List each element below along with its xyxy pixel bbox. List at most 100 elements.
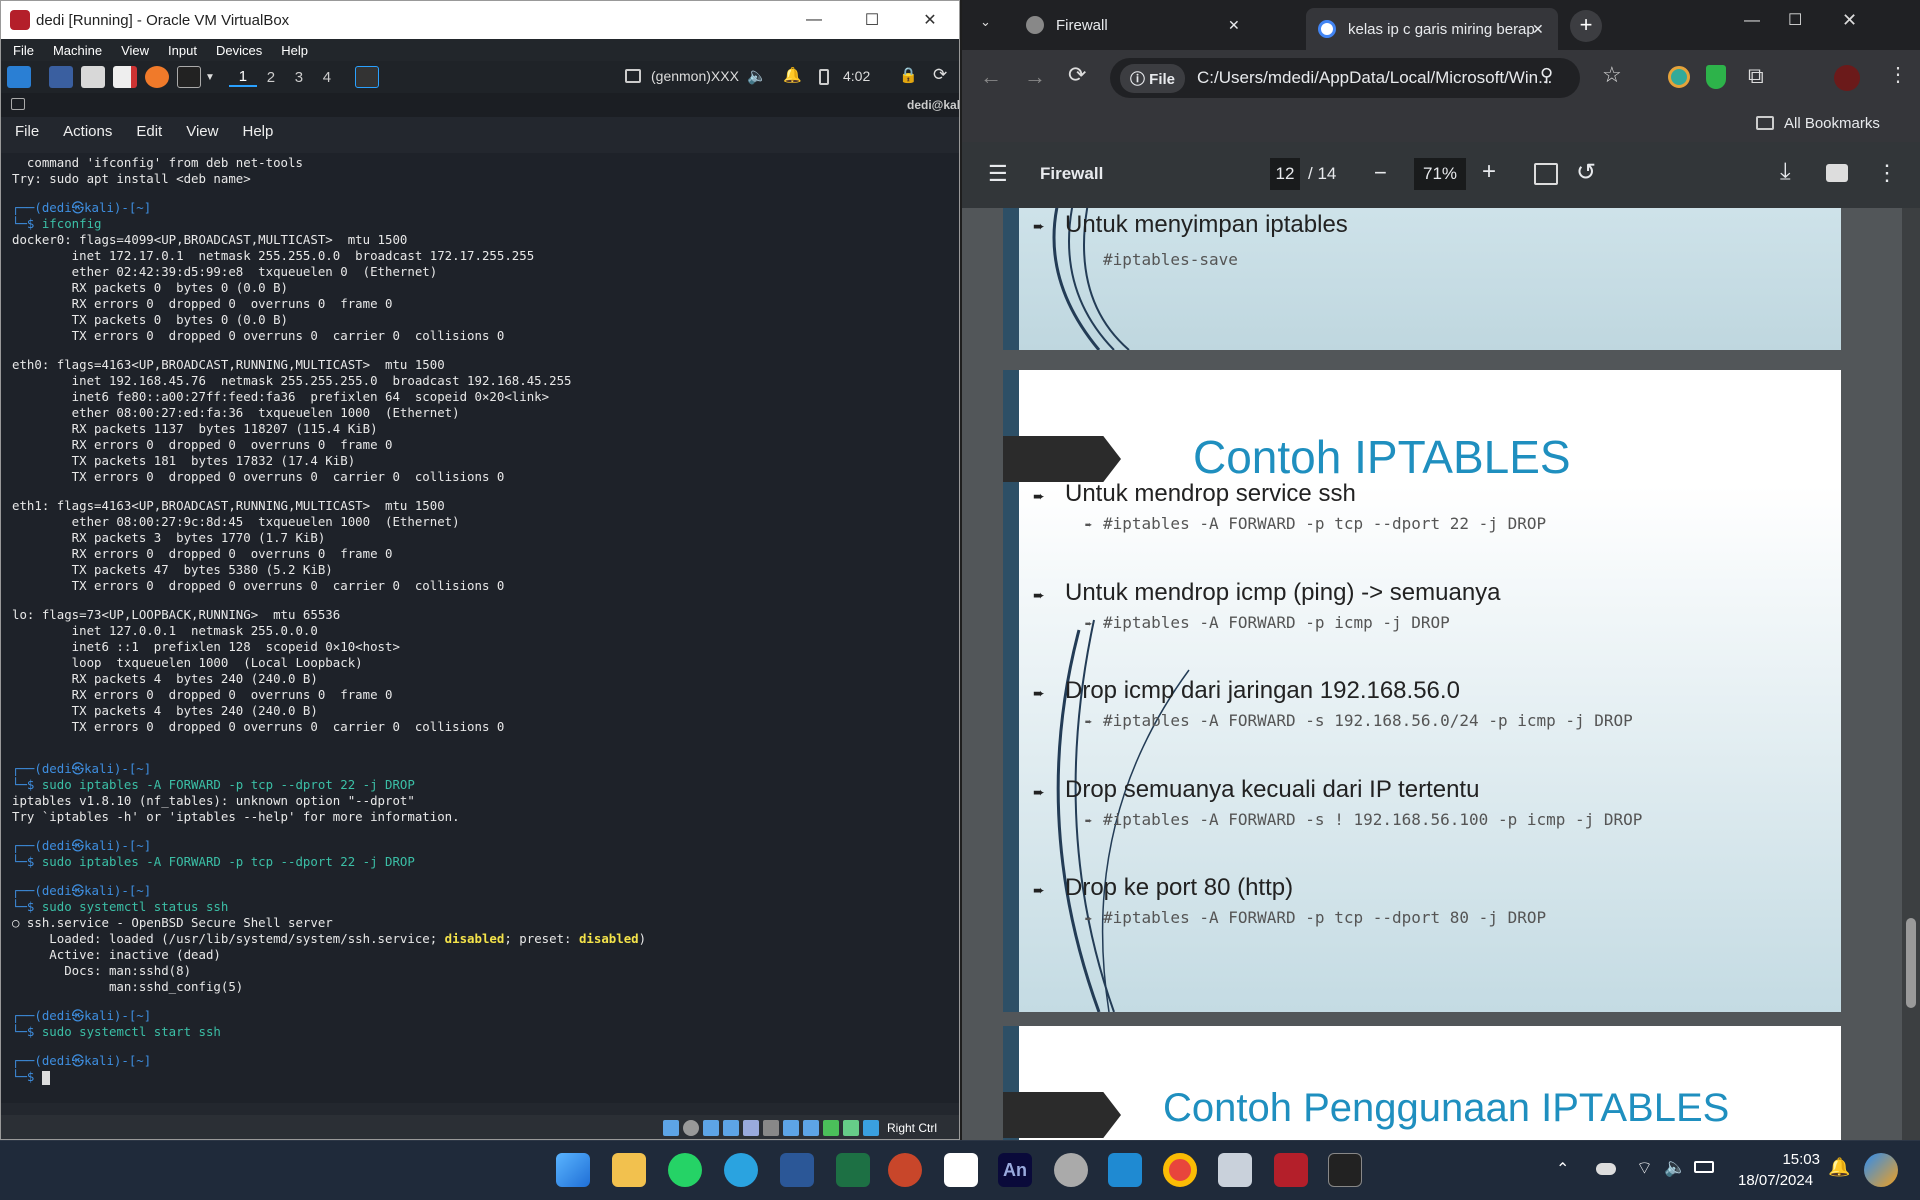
volume-icon[interactable]: 🔈: [747, 66, 767, 86]
menu-help[interactable]: Help: [281, 43, 308, 58]
desktop-icon[interactable]: [49, 66, 73, 88]
scrollbar-thumb[interactable]: [1906, 918, 1916, 1008]
shared-folders-icon[interactable]: [762, 1120, 779, 1136]
menu-devices[interactable]: Devices: [216, 43, 262, 58]
lock-icon[interactable]: 🔒: [899, 66, 918, 84]
animate-icon[interactable]: An: [998, 1153, 1032, 1187]
taskbar-date[interactable]: 18/07/2024: [1738, 1172, 1813, 1189]
zoom-in-button[interactable]: +: [1482, 158, 1496, 186]
terminal-menu-file[interactable]: File: [15, 123, 39, 140]
vbox-titlebar[interactable]: dedi [Running] - Oracle VM VirtualBox — …: [1, 1, 959, 39]
capcut-icon[interactable]: [944, 1153, 978, 1187]
audio-icon[interactable]: [702, 1120, 719, 1136]
terminal-taskbar-icon[interactable]: [1328, 1153, 1362, 1187]
workspace-4[interactable]: 4: [313, 69, 341, 86]
close-icon[interactable]: ✕: [1228, 17, 1240, 34]
optical-drive-icon[interactable]: [682, 1120, 699, 1136]
terminal-menu-help[interactable]: Help: [242, 123, 273, 140]
keyboard-capture-icon[interactable]: [862, 1120, 879, 1136]
minimize-button[interactable]: —: [1744, 12, 1760, 30]
tab-google-search[interactable]: kelas ip c garis miring berapa - ✕: [1306, 8, 1558, 50]
database-icon[interactable]: [1054, 1153, 1088, 1187]
vscode-icon[interactable]: [1108, 1153, 1142, 1187]
terminal-menu-actions[interactable]: Actions: [63, 123, 112, 140]
tab-search-icon[interactable]: ⌄: [980, 14, 991, 30]
taskbar-time[interactable]: 15:03: [1750, 1151, 1820, 1168]
menu-machine[interactable]: Machine: [53, 43, 102, 58]
mouse-integration-icon[interactable]: [842, 1120, 859, 1136]
workspace-3[interactable]: 3: [285, 69, 313, 86]
pdf-viewport[interactable]: ➨ Untuk menyimpan iptables #iptables-sav…: [962, 208, 1920, 1140]
terminal-menu-view[interactable]: View: [186, 123, 218, 140]
workspace-2[interactable]: 2: [257, 69, 285, 86]
shield-icon[interactable]: [1706, 65, 1726, 89]
fit-page-icon[interactable]: [1534, 163, 1558, 185]
workspace-1[interactable]: 1: [228, 68, 257, 87]
extension-icon[interactable]: [1668, 66, 1690, 88]
word-icon[interactable]: [780, 1153, 814, 1187]
kali-menu-icon[interactable]: [7, 66, 31, 88]
download-icon[interactable]: ⤓: [1780, 158, 1791, 186]
virtualbox-taskbar-icon[interactable]: [1218, 1153, 1252, 1187]
chevron-down-icon[interactable]: ▼: [205, 72, 215, 83]
whatsapp-icon[interactable]: [668, 1153, 702, 1187]
close-icon[interactable]: ✕: [1532, 21, 1544, 38]
hard-disk-icon[interactable]: [662, 1120, 679, 1136]
puzzle-icon[interactable]: ⧉: [1748, 63, 1764, 89]
powerpoint-icon[interactable]: [888, 1153, 922, 1187]
cpu-icon[interactable]: [822, 1120, 839, 1136]
zoom-out-button[interactable]: −: [1374, 160, 1387, 186]
chrome-icon[interactable]: [1163, 1153, 1197, 1187]
close-button[interactable]: ✕: [901, 1, 959, 39]
rotate-icon[interactable]: ↺: [1576, 158, 1596, 187]
wifi-icon[interactable]: ⌔: [1636, 1157, 1653, 1180]
menu-view[interactable]: View: [121, 43, 149, 58]
file-manager-icon[interactable]: [81, 66, 105, 88]
speaker-icon[interactable]: 🔈: [1664, 1157, 1686, 1178]
terminal-titlebar[interactable]: dedi@kal: [1, 93, 959, 117]
maximize-button[interactable]: ☐: [843, 1, 901, 39]
usb-icon[interactable]: [742, 1120, 759, 1136]
display-icon[interactable]: [782, 1120, 799, 1136]
back-icon[interactable]: ←: [980, 64, 1002, 90]
zoom-icon[interactable]: ⚲: [1540, 65, 1553, 86]
taskbar-terminal-button[interactable]: [354, 66, 379, 88]
battery-icon[interactable]: [819, 69, 829, 85]
recording-icon[interactable]: [802, 1120, 819, 1136]
menu-file[interactable]: File: [13, 43, 34, 58]
zoom-input[interactable]: 71%: [1414, 158, 1466, 190]
windows-start-icon[interactable]: [556, 1153, 590, 1187]
avatar[interactable]: [1834, 65, 1860, 91]
notification-bell-icon[interactable]: 🔔: [1828, 1157, 1850, 1178]
refresh-icon[interactable]: ⟳: [933, 65, 947, 85]
forward-icon[interactable]: →: [1024, 64, 1046, 90]
bookmark-star-icon[interactable]: ☆: [1602, 62, 1622, 88]
chrome-menu-icon[interactable]: ⋮: [1888, 62, 1908, 87]
more-options-icon[interactable]: ⋮: [1876, 160, 1898, 186]
onedrive-icon[interactable]: [1596, 1163, 1616, 1175]
all-bookmarks[interactable]: All Bookmarks: [1784, 115, 1880, 132]
vm-window-icon[interactable]: [1274, 1153, 1308, 1187]
minimize-button[interactable]: —: [785, 1, 843, 39]
network-icon[interactable]: [722, 1120, 739, 1136]
copilot-icon[interactable]: [1864, 1153, 1898, 1187]
page-number-input[interactable]: 12: [1270, 158, 1300, 190]
menu-icon[interactable]: ☰: [988, 161, 1008, 187]
tab-firewall[interactable]: Firewall ✕: [1014, 8, 1252, 42]
telegram-icon[interactable]: [724, 1153, 758, 1187]
address-bar[interactable]: ⓘ File C:/Users/mdedi/AppData/Local/Micr…: [1110, 58, 1580, 98]
reload-icon[interactable]: ⟳: [1068, 62, 1086, 88]
terminal-launcher-icon[interactable]: [177, 66, 201, 88]
file-explorer-icon[interactable]: [612, 1153, 646, 1187]
pdf-scrollbar[interactable]: [1902, 208, 1920, 1140]
excel-icon[interactable]: [836, 1153, 870, 1187]
bell-icon[interactable]: 🔔: [783, 66, 802, 84]
site-info-chip[interactable]: ⓘ File: [1120, 63, 1186, 93]
terminal-menu-edit[interactable]: Edit: [136, 123, 162, 140]
close-button[interactable]: ✕: [1842, 10, 1857, 31]
chevron-up-icon[interactable]: ⌃: [1556, 1159, 1569, 1179]
maximize-button[interactable]: ☐: [1788, 10, 1802, 30]
menu-input[interactable]: Input: [168, 43, 197, 58]
terminal-output[interactable]: command 'ifconfig' from deb net-tools Try…: [1, 153, 959, 1103]
panel-clock[interactable]: 4:02: [843, 68, 870, 84]
